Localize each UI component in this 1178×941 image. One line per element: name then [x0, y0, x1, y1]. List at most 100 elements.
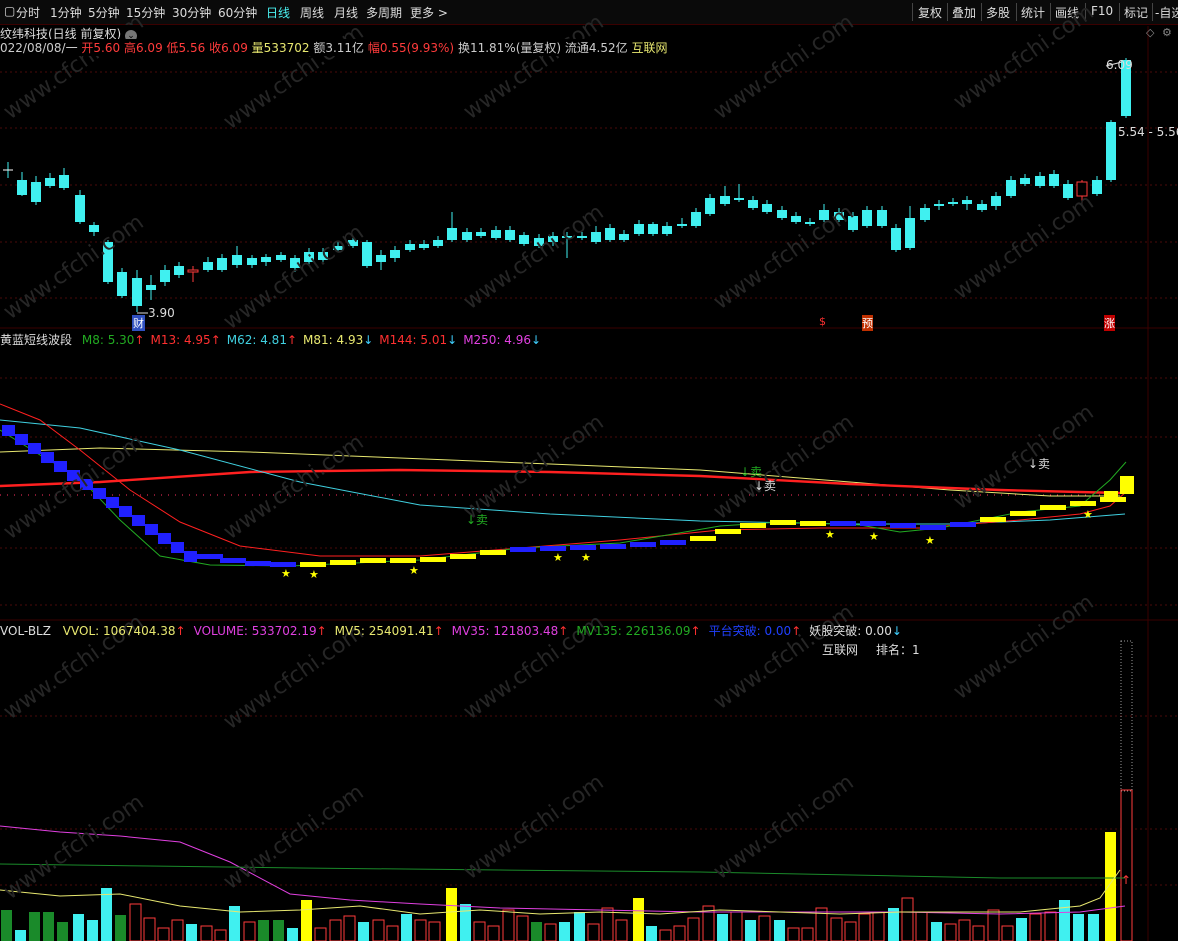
limit-up-tag[interactable]: 涨	[1104, 315, 1115, 331]
candle	[1035, 172, 1045, 188]
volume-bar	[717, 914, 728, 941]
star-icon: ★	[281, 567, 291, 580]
bar-date: 022/08/08/一	[0, 41, 78, 55]
trend-arrow-icon: ↑	[134, 333, 145, 347]
candle-body	[877, 210, 887, 226]
band-block-blue	[950, 522, 976, 527]
volume-bar	[460, 904, 471, 941]
candle	[991, 192, 1001, 210]
sell-signal: ↓卖	[754, 479, 777, 493]
trend-arrow-icon: ↓	[447, 333, 458, 347]
m144-line	[0, 468, 1121, 495]
trend-arrow-icon: ↑	[175, 624, 186, 638]
candle	[217, 254, 227, 272]
candle	[677, 218, 687, 228]
band-block-yellow	[1040, 505, 1066, 510]
star-icon: ★	[309, 568, 319, 581]
volume-bar	[1105, 832, 1116, 941]
trend-arrow-icon: ↓	[891, 624, 902, 638]
candle-body	[634, 224, 644, 234]
candle	[934, 200, 944, 210]
indicator-value: MV35: 121803.48↑	[451, 624, 569, 638]
candle-body	[648, 224, 658, 234]
watermark-text: www.cfchi.com	[219, 430, 368, 545]
band-block-blue	[220, 558, 246, 563]
trend-arrow-icon: ↑	[286, 333, 298, 347]
candle-body	[591, 232, 601, 242]
band-block-blue	[15, 434, 28, 445]
candle	[203, 257, 213, 272]
band-block-blue	[158, 533, 171, 544]
watermark-text: www.cfchi.com	[219, 220, 368, 335]
band-block-yellow	[480, 550, 506, 555]
volume-bar	[343, 915, 356, 941]
finance-tag[interactable]: 财	[132, 315, 145, 331]
indicator-name[interactable]: 黄蓝短线波段	[0, 333, 72, 347]
candle	[247, 255, 257, 268]
candle	[1063, 180, 1073, 200]
band-block-blue	[2, 425, 15, 436]
candle-body	[433, 240, 443, 246]
candle-body	[720, 196, 730, 204]
band-block-blue	[630, 542, 656, 547]
candle	[31, 176, 41, 205]
candle	[762, 200, 772, 214]
watermark-text: www.cfchi.com	[709, 410, 858, 525]
candle	[75, 190, 85, 224]
candle	[977, 200, 987, 212]
candle-body	[934, 204, 944, 206]
high-price-marker: 6.09	[1106, 58, 1133, 72]
candle-body	[217, 258, 227, 270]
star-icon: ★	[1083, 508, 1093, 521]
volume-bar	[944, 923, 957, 941]
band-block-yellow	[420, 557, 446, 562]
watermark-text: www.cfchi.com	[949, 400, 1098, 515]
candle-body	[89, 225, 99, 232]
band-block-blue	[600, 544, 626, 549]
chart-canvas[interactable]: ★ ★ ★★ ★★ ★ ★★ ↑ www.cfchi.com www.cfchi.com ww…	[0, 0, 1178, 941]
gear-icon[interactable]: ⚙	[1162, 26, 1172, 39]
volume-bar	[1029, 913, 1042, 941]
candle-body	[762, 204, 772, 212]
volume-indicator-name[interactable]: VOL-BLZ	[0, 624, 51, 638]
candle-body	[1049, 174, 1059, 186]
diamond-icon[interactable]: ◇	[1146, 26, 1154, 39]
volume-bar	[858, 913, 871, 941]
trend-arrow-icon: ↑	[558, 624, 569, 638]
dollar-tag[interactable]: $	[819, 315, 826, 328]
candle-body	[519, 235, 529, 244]
candle-body	[1063, 184, 1073, 198]
volume-bar	[73, 914, 84, 941]
candle-body	[920, 208, 930, 220]
volume-bar	[157, 927, 170, 941]
band-block-yellow	[800, 521, 826, 526]
volume-bar	[43, 912, 54, 941]
volume-bar	[673, 925, 686, 941]
volume-bar	[1, 910, 12, 941]
candle	[605, 224, 615, 242]
volume-bar	[15, 930, 26, 941]
indicator-value: VOLUME: 533702.19↑	[193, 624, 327, 638]
indicator-value: M144: 5.01↓	[379, 333, 458, 347]
volume-bar	[958, 919, 971, 941]
volume-bar	[401, 914, 412, 941]
candle-body	[447, 228, 457, 240]
indicator-value: M81: 4.93↓	[303, 333, 374, 347]
band-block-blue	[245, 561, 271, 566]
band-block-yellow	[1120, 476, 1134, 494]
candle-body	[146, 285, 156, 290]
forecast-tag[interactable]: 预	[862, 315, 873, 331]
close-value: 6.09	[221, 41, 248, 55]
candle	[187, 266, 199, 282]
volume-bar	[358, 922, 369, 941]
band-block-yellow	[390, 558, 416, 563]
candle-body	[462, 232, 472, 240]
volume-bar	[601, 907, 614, 941]
volume-bar	[830, 917, 843, 941]
band-block-blue	[660, 540, 686, 545]
candle-body	[362, 242, 372, 266]
volume-bar	[143, 917, 156, 941]
candle	[734, 184, 744, 202]
candle-body	[1106, 122, 1116, 180]
volume-bar	[531, 922, 542, 941]
